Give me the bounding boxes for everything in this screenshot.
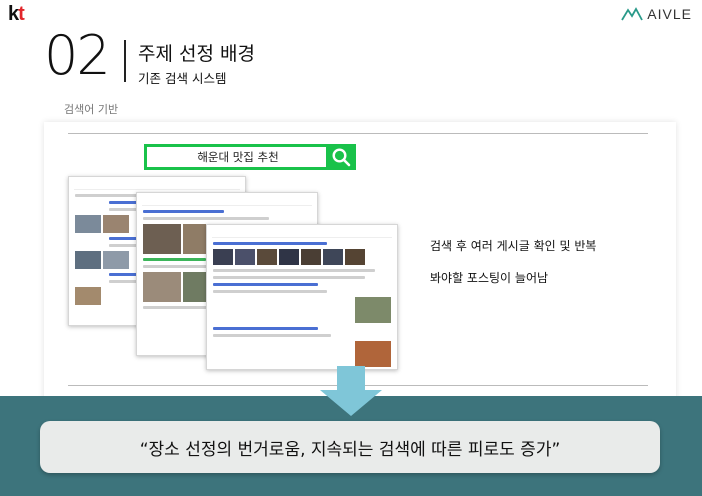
aivle-logo-text: AIVLE [647, 6, 692, 22]
aivle-logo: AIVLE [621, 6, 692, 22]
search-result-screenshot-3 [206, 224, 398, 370]
search-input[interactable]: 해운대 맛집 추천 [147, 147, 329, 167]
conclusion-quote: “장소 선정의 번거로움, 지속되는 검색에 따른 피로도 증가” [40, 421, 660, 473]
title-divider [124, 40, 126, 82]
section-number: 02 [44, 24, 111, 87]
search-icon [332, 148, 351, 167]
description-line-2: 봐야할 포스팅이 늘어남 [430, 271, 549, 285]
page-subtitle: 기존 검색 시스템 [138, 71, 227, 86]
page-title: 주제 선정 배경 [138, 43, 255, 65]
search-bar[interactable]: 해운대 맛집 추천 [144, 144, 356, 170]
section-label: 검색어 기반 [64, 103, 119, 116]
description-line-1: 검색 후 여러 게시글 확인 및 반복 [430, 239, 597, 253]
down-arrow-icon [320, 366, 382, 416]
aivle-mountain-icon [621, 7, 644, 21]
search-button[interactable] [326, 144, 356, 170]
kt-logo: kt [8, 3, 25, 25]
divider-top [68, 133, 648, 134]
